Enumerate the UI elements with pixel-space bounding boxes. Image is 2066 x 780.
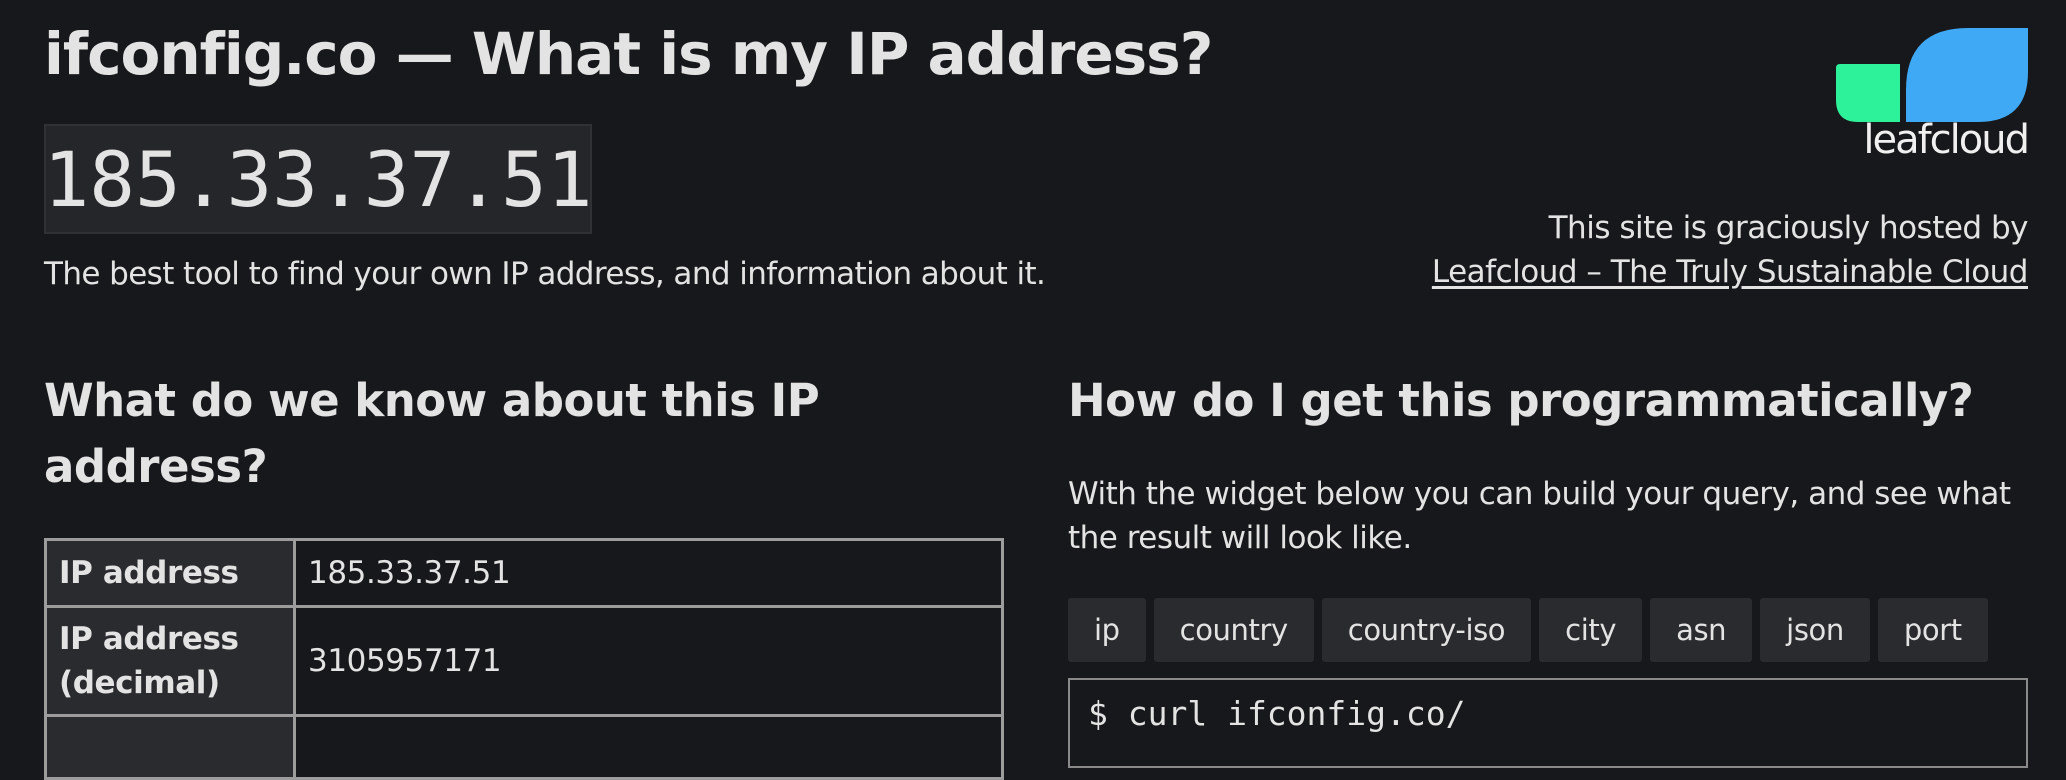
row-label: IP address <box>44 538 296 608</box>
row-value: 3105957171 <box>293 605 1004 717</box>
page-title: ifconfig.co — What is my IP address? <box>44 20 1213 88</box>
row-value: 185.33.37.51 <box>293 538 1004 608</box>
tab-country[interactable]: country <box>1153 598 1314 662</box>
logo-wordmark: leafcloud <box>1863 117 2030 163</box>
table-row <box>44 714 1004 780</box>
tab-json[interactable]: json <box>1760 598 1870 662</box>
ip-info-heading: What do we know about this IP address? <box>44 374 820 493</box>
leafcloud-logo[interactable]: leafcloud <box>1836 28 2030 168</box>
ip-info-table: IP address 185.33.37.51 IP address (deci… <box>44 538 1004 780</box>
tab-port[interactable]: port <box>1877 598 1988 662</box>
row-label <box>44 714 296 780</box>
programmatic-heading: How do I get this programmatically? <box>1068 374 1974 427</box>
tab-asn[interactable]: asn <box>1650 598 1753 662</box>
tab-city[interactable]: city <box>1539 598 1643 662</box>
table-row: IP address (decimal) 3105957171 <box>44 605 1004 717</box>
tab-country-iso[interactable]: country-iso <box>1321 598 1532 662</box>
ip-address-display: 185.33.37.51 <box>43 124 593 234</box>
leaf-icon <box>1836 28 2028 122</box>
tagline: The best tool to find your own IP addres… <box>44 256 1046 292</box>
row-label: IP address (decimal) <box>44 605 296 717</box>
tab-ip[interactable]: ip <box>1068 598 1146 662</box>
curl-command-output: $ curl ifconfig.co/ <box>1068 678 2028 768</box>
leafcloud-link[interactable]: Leafcloud – The Truly Sustainable Cloud <box>1432 254 2029 290</box>
widget-intro: With the widget below you can build your… <box>1068 476 2011 556</box>
hosting-credit: This site is graciously hosted by Leafcl… <box>1432 206 2029 294</box>
hosted-by-text: This site is graciously hosted by <box>1548 210 2029 246</box>
query-format-tabs: ip country country-iso city asn json por… <box>1068 598 1988 662</box>
table-row: IP address 185.33.37.51 <box>44 538 1004 608</box>
row-value <box>293 714 1004 780</box>
